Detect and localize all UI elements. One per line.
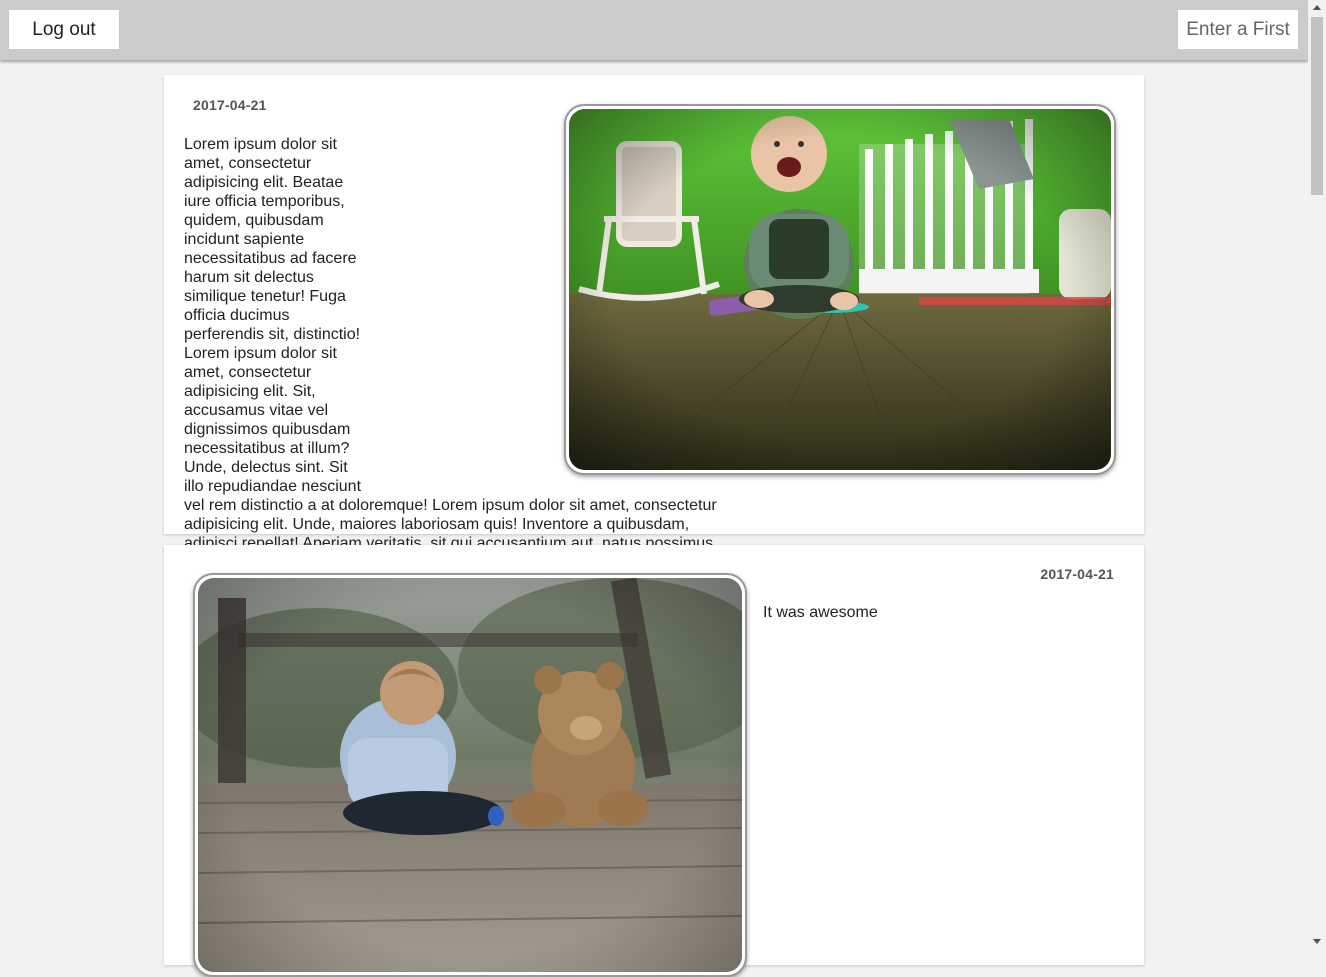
child-with-teddy-bear-image [198,578,742,972]
image-float-spacer [366,135,744,490]
enter-first-button[interactable]: Enter a First [1178,10,1298,49]
post-date: 2017-04-21 [1040,566,1114,582]
top-navigation-bar: Log out Enter a First [0,0,1308,60]
logout-button[interactable]: Log out [9,10,119,49]
post-card: 2017-04-21 It was awesome [164,545,1144,977]
scroll-up-arrow-icon[interactable] [1313,5,1321,10]
post-photo [193,573,747,977]
post-card: 2017-04-21 Lorem ipsum dolor sit amet, c… [164,75,1144,628]
post-body-text: It was awesome [763,604,878,621]
post-date: 2017-04-21 [193,97,267,113]
scroll-down-arrow-icon[interactable] [1313,939,1321,944]
scroll-thumb[interactable] [1311,17,1323,195]
vertical-scrollbar[interactable] [1308,0,1326,949]
